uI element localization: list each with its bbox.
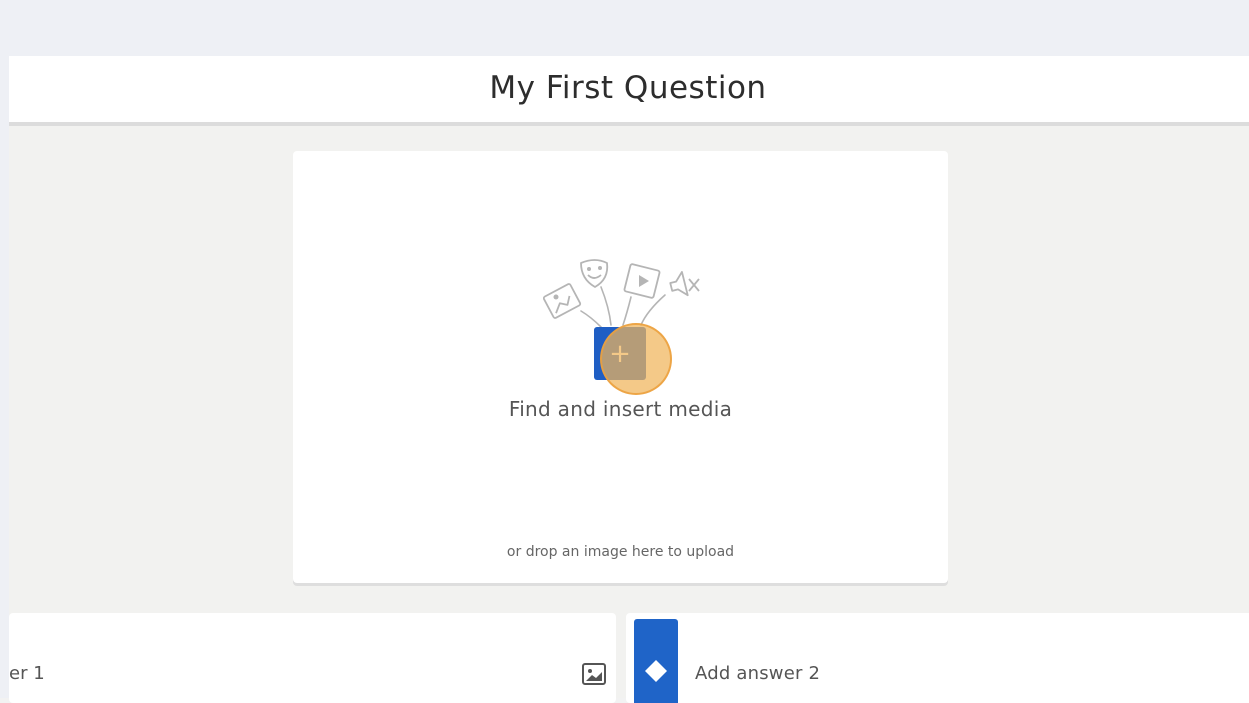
drop-image-hint: or drop an image here to upload [506,544,735,560]
add-media-button[interactable]: + [594,327,646,380]
speaker-muted-icon [669,271,700,297]
add-answer-2-placeholder[interactable]: Add answer 2 [695,663,820,684]
answer-card-1[interactable]: er 1 [9,613,616,703]
image-icon[interactable] [581,662,607,686]
answer-1-text[interactable]: er 1 [9,663,45,684]
question-title[interactable]: My First Question [489,70,766,106]
theater-mask-icon [580,259,609,288]
plus-icon: + [609,338,631,369]
image-icon [543,283,582,319]
left-strip [0,0,9,698]
video-film-icon [623,263,661,299]
answer-card-2[interactable]: Add answer 2 [626,613,1249,703]
answer-2-color-marker[interactable] [634,619,678,703]
top-band [0,0,1249,56]
media-upload-card[interactable]: + Find and insert media or drop an image… [293,151,948,583]
diamond-icon [645,660,667,682]
find-insert-media-label[interactable]: Find and insert media [293,397,948,421]
question-title-bar[interactable]: My First Question [9,56,1249,126]
